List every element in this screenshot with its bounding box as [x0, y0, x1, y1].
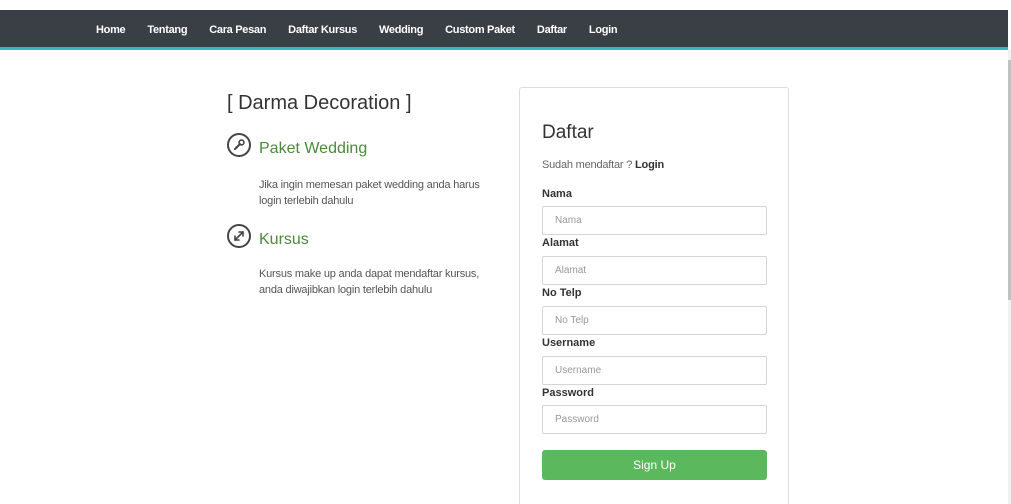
nav-wedding[interactable]: Wedding — [379, 24, 423, 36]
password-label: Password — [542, 387, 594, 399]
wrench-icon — [227, 133, 251, 157]
nama-input[interactable] — [542, 206, 767, 235]
login-link[interactable]: Login — [635, 159, 664, 171]
brand-title: [ Darma Decoration ] — [227, 92, 412, 114]
top-navbar: Home Tentang Cara Pesan Daftar Kursus We… — [0, 10, 1008, 50]
nav-login[interactable]: Login — [589, 24, 618, 36]
nav-daftar[interactable]: Daftar — [537, 24, 567, 36]
nav-cara-pesan[interactable]: Cara Pesan — [209, 24, 266, 36]
feature-title-kursus: Kursus — [259, 231, 309, 248]
form-title: Daftar — [542, 122, 594, 143]
nav-menu: Home Tentang Cara Pesan Daftar Kursus We… — [96, 10, 639, 50]
login-prompt-text: Sudah mendaftar ? — [542, 159, 633, 171]
nav-home[interactable]: Home — [96, 24, 126, 36]
password-input[interactable] — [542, 405, 767, 434]
no-telp-input[interactable] — [542, 306, 767, 335]
signup-form-panel: Daftar Sudah mendaftar ? Login Nama Alam… — [519, 87, 789, 504]
username-label: Username — [542, 337, 596, 349]
sign-up-button[interactable]: Sign Up — [542, 450, 767, 480]
alamat-input[interactable] — [542, 256, 767, 285]
username-input[interactable] — [542, 356, 767, 385]
alamat-label: Alamat — [542, 237, 579, 249]
expand-arrows-icon — [227, 224, 251, 248]
feature-desc-kursus: Kursus make up anda dapat mendaftar kurs… — [259, 268, 480, 296]
feature-desc-wedding: Jika ingin memesan paket wedding anda ha… — [259, 179, 480, 207]
nama-label: Nama — [542, 188, 572, 200]
login-prompt: Sudah mendaftar ? Login — [542, 159, 664, 171]
nav-tentang[interactable]: Tentang — [147, 24, 187, 36]
nav-custom-paket[interactable]: Custom Paket — [445, 24, 515, 36]
no-telp-label: No Telp — [542, 287, 582, 299]
feature-title-wedding: Paket Wedding — [259, 140, 368, 157]
nav-daftar-kursus[interactable]: Daftar Kursus — [288, 24, 357, 36]
